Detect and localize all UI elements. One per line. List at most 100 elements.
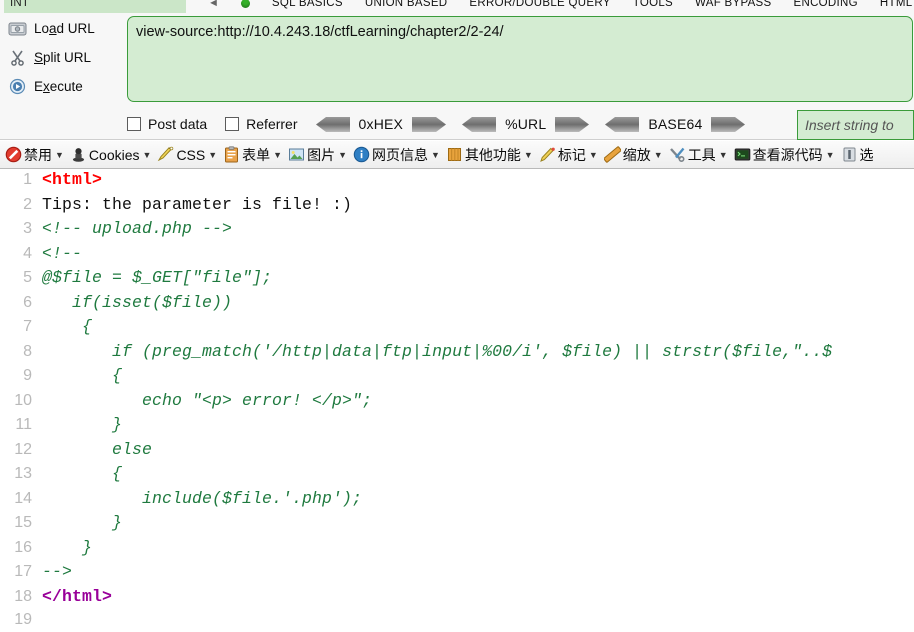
line-content: if (preg_match('/http|data|ftp|input|%00…	[42, 341, 833, 361]
code-line: 14 include($file.'.php');	[0, 489, 914, 514]
webdev-item-forms[interactable]: 表单 ▼	[220, 142, 285, 168]
line-content: </html>	[42, 586, 113, 606]
hackbar-menu-sql-basics[interactable]: SQL BASICS	[272, 0, 343, 9]
webdev-item-css[interactable]: CSS ▼	[154, 142, 220, 168]
hackbar-panel: Load URL Split URL Execute view-source:h…	[0, 14, 914, 140]
split-url-button[interactable]: Split URL	[0, 43, 125, 72]
hackbar-menu-encoding[interactable]: ENCODING	[794, 0, 858, 9]
chevron-down-icon[interactable]: ▼	[826, 150, 835, 160]
hackbar-back-icon[interactable]: ◄	[208, 0, 219, 9]
hackbar-menu-tools[interactable]: TOOLS	[633, 0, 673, 9]
url-encode-right-icon[interactable]	[555, 116, 590, 132]
code-line: 11 }	[0, 415, 914, 440]
code-line: 16 }	[0, 538, 914, 563]
chevron-down-icon[interactable]: ▼	[431, 150, 440, 160]
code-line: 9 {	[0, 366, 914, 391]
hackbar-menu-html[interactable]: HTML	[880, 0, 913, 9]
webdev-item-disable[interactable]: 禁用 ▼	[2, 142, 67, 168]
line-content: <!--	[42, 243, 83, 263]
line-number: 13	[14, 465, 32, 482]
insert-string-input[interactable]	[797, 110, 914, 140]
chevron-down-icon[interactable]: ▼	[654, 150, 663, 160]
load-url-button[interactable]: Load URL	[0, 14, 125, 43]
webdev-item-tools[interactable]: 工具 ▼	[666, 142, 731, 168]
hackbar-menu-union-based[interactable]: UNION BASED	[365, 0, 448, 9]
base64-encode-right-icon[interactable]	[711, 116, 746, 132]
code-line: 15 }	[0, 513, 914, 538]
line-number: 10	[14, 391, 32, 409]
webdev-label-resize: 缩放	[622, 146, 651, 163]
url-encoder-group: %URL	[462, 116, 590, 132]
hackbar-controls-row: Post data Referrer 0xHEX %URL BASE64	[127, 108, 914, 140]
cookie-icon	[70, 146, 87, 163]
resize-icon	[603, 146, 621, 163]
line-number: 15	[14, 514, 32, 531]
source-code-view: 1 <html> 2 Tips: the parameter is file! …	[0, 170, 914, 632]
image-icon	[288, 146, 305, 163]
line-number: 1	[23, 171, 32, 188]
webdev-item-outline[interactable]: 标记 ▼	[536, 142, 601, 168]
code-line: 18 </html>	[0, 587, 914, 612]
chevron-down-icon[interactable]: ▼	[55, 150, 64, 160]
webdev-item-images[interactable]: 图片 ▼	[285, 142, 350, 168]
hackbar-menu-tab-int[interactable]: INT	[4, 0, 186, 13]
css-icon	[157, 146, 174, 163]
webdev-toolbar: 禁用 ▼ Cookies ▼ CSS ▼ 表单 ▼ 图片 ▼ 网页信息 ▼ 其他…	[0, 141, 914, 169]
hackbar-status-dot-icon	[240, 0, 250, 8]
chevron-down-icon[interactable]: ▼	[589, 150, 598, 160]
post-data-checkbox-wrap[interactable]: Post data	[127, 116, 207, 132]
webdev-item-page-info[interactable]: 网页信息 ▼	[350, 142, 443, 168]
base64-decode-left-icon[interactable]	[605, 116, 640, 132]
execute-label: Execute	[34, 79, 83, 94]
referrer-checkbox-wrap[interactable]: Referrer	[225, 116, 298, 132]
split-url-icon	[4, 49, 30, 66]
webdev-item-options[interactable]: 选	[838, 142, 877, 168]
webdev-label-misc: 其他功能	[464, 146, 521, 163]
split-url-label: Split URL	[34, 50, 92, 65]
webdev-item-cookies[interactable]: Cookies ▼	[67, 142, 155, 168]
line-number: 3	[23, 220, 32, 237]
webdev-label-tools: 工具	[687, 146, 716, 163]
referrer-checkbox[interactable]	[225, 117, 240, 131]
line-content: if(isset($file))	[42, 292, 233, 312]
code-line: 7 {	[0, 317, 914, 342]
line-content: }	[42, 537, 93, 557]
hackbar-menu-tab-int-label: INT	[10, 0, 30, 9]
code-line: 8 if (preg_match('/http|data|ftp|input|%…	[0, 342, 914, 367]
chevron-down-icon[interactable]: ▼	[719, 150, 728, 160]
chevron-down-icon[interactable]: ▼	[143, 150, 152, 160]
hex-decode-left-icon[interactable]	[315, 116, 350, 132]
line-number: 6	[23, 293, 32, 311]
disable-icon	[5, 146, 22, 163]
chevron-down-icon[interactable]: ▼	[338, 150, 347, 160]
options-icon	[841, 146, 858, 163]
code-line: 10 echo "<p> error! </p>";	[0, 391, 914, 416]
base64-encoder-group: BASE64	[605, 116, 746, 132]
chevron-down-icon[interactable]: ▼	[273, 150, 282, 160]
hackbar-menu-waf-bypass[interactable]: WAF BYPASS	[695, 0, 772, 9]
post-data-checkbox[interactable]	[127, 117, 141, 131]
line-number: 4	[23, 244, 32, 262]
url-input[interactable]	[127, 16, 913, 102]
execute-button[interactable]: Execute	[0, 72, 125, 101]
hex-encode-right-icon[interactable]	[412, 116, 447, 132]
line-number: 5	[23, 269, 32, 286]
misc-icon	[446, 146, 463, 163]
info-icon	[353, 146, 370, 163]
hackbar-menu-error-double-query[interactable]: ERROR/DOUBLE QUERY	[469, 0, 610, 9]
webdev-item-view-source[interactable]: 查看源代码 ▼	[731, 142, 838, 168]
webdev-item-resize[interactable]: 缩放 ▼	[601, 142, 666, 168]
referrer-label: Referrer	[246, 116, 298, 132]
code-line: 13 {	[0, 464, 914, 489]
chevron-down-icon[interactable]: ▼	[524, 150, 533, 160]
chevron-down-icon[interactable]: ▼	[208, 150, 217, 160]
url-decode-left-icon[interactable]	[462, 116, 497, 132]
load-url-label: Load URL	[34, 21, 95, 36]
code-line: 12 else	[0, 440, 914, 465]
line-content: echo "<p> error! </p>";	[42, 390, 373, 410]
line-content: {	[42, 464, 123, 483]
code-line: 2 Tips: the parameter is file! :)	[0, 195, 914, 220]
line-content: <html>	[42, 170, 103, 189]
line-content: @$file = $_GET["file"];	[42, 268, 273, 287]
webdev-item-misc[interactable]: 其他功能 ▼	[443, 142, 536, 168]
